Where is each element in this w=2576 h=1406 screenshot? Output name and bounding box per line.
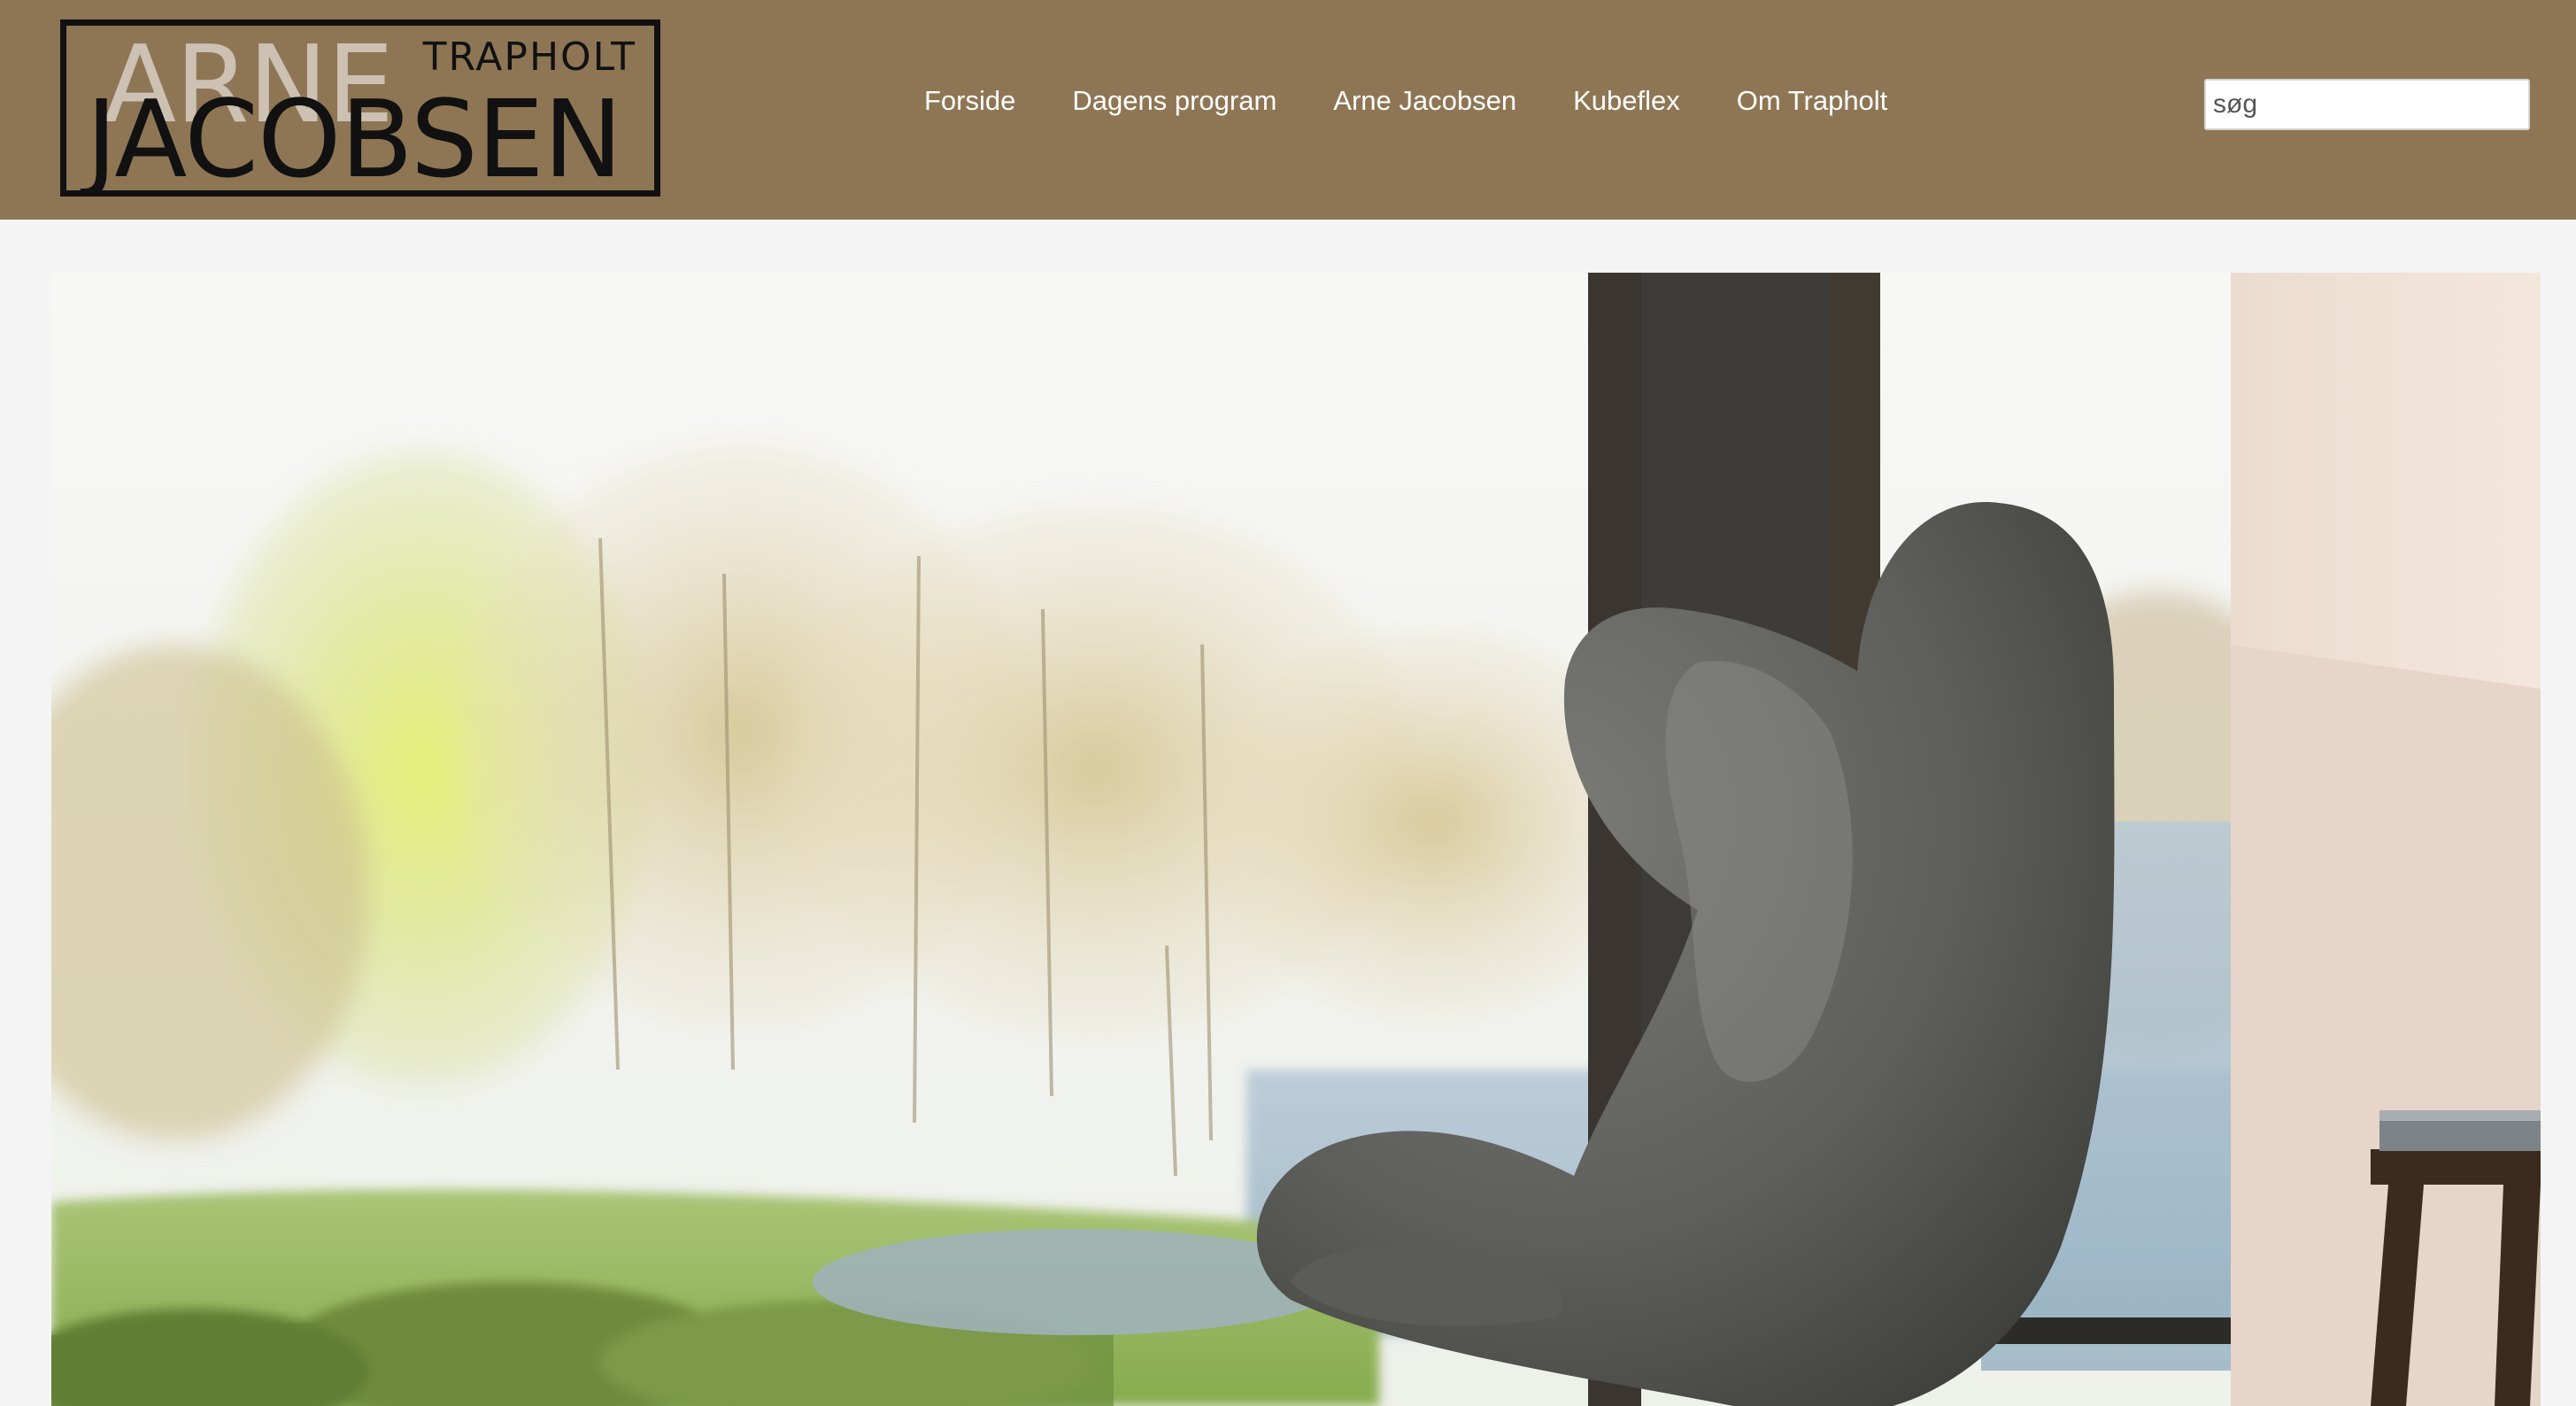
search-input[interactable] <box>2204 79 2530 130</box>
logo-jacobsen-text: JACOBSEN <box>86 79 622 197</box>
hero-image <box>51 273 2541 1406</box>
nav-item-dagens-program[interactable]: Dagens program <box>1072 85 1276 117</box>
main-nav: Forside Dagens program Arne Jacobsen Kub… <box>924 85 1944 117</box>
egg-chair-photo-icon <box>51 273 2541 1406</box>
logo-trapholt-text: TRAPHOLT <box>422 35 636 80</box>
site-logo[interactable]: ARNE TRAPHOLT JACOBSEN <box>60 19 660 197</box>
nav-item-forside[interactable]: Forside <box>924 85 1015 117</box>
nav-item-om-trapholt[interactable]: Om Trapholt <box>1737 85 1888 117</box>
site-header: ARNE TRAPHOLT JACOBSEN Forside Dagens pr… <box>0 0 2576 220</box>
nav-item-kubeflex[interactable]: Kubeflex <box>1573 85 1680 117</box>
nav-item-arne-jacobsen[interactable]: Arne Jacobsen <box>1333 85 1516 117</box>
